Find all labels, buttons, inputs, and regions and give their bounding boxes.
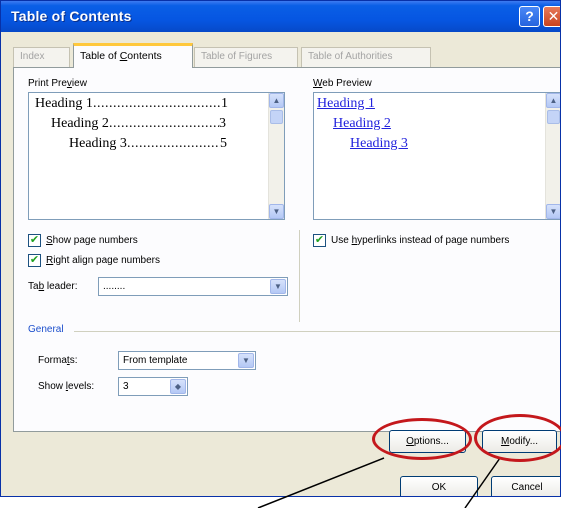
tab-leader-label: Tab leader: — [28, 281, 78, 292]
general-group-label: General — [28, 324, 64, 335]
right-align-label: Right align page numbers — [46, 255, 160, 266]
help-icon[interactable]: ? — [519, 6, 540, 27]
scroll-up-icon[interactable]: ▲ — [546, 93, 560, 108]
scroll-thumb[interactable] — [547, 110, 560, 124]
ok-button[interactable]: OK — [400, 476, 478, 496]
print-preview-box[interactable]: Heading 1...............................… — [28, 92, 285, 220]
web-preview-box[interactable]: Heading 1 Heading 2 Heading 3 ▲ ▼ — [313, 92, 560, 220]
cancel-button[interactable]: Cancel — [491, 476, 560, 496]
title-bar[interactable]: Table of Contents ? ✕ — [1, 1, 560, 32]
show-levels-label: Show levels: — [38, 381, 95, 392]
right-align-checkbox[interactable]: ✔ — [28, 254, 41, 267]
window-title: Table of Contents — [11, 8, 132, 24]
scroll-thumb[interactable] — [270, 110, 283, 124]
tab-table-of-figures[interactable]: Table of Figures — [194, 47, 298, 67]
spinner-icon[interactable]: ◆ — [170, 379, 186, 394]
formats-label: Formats: — [38, 355, 78, 366]
print-preview-label: Print Preview — [28, 78, 87, 89]
scroll-up-icon[interactable]: ▲ — [269, 93, 284, 108]
tab-leader-select[interactable]: ........ ▼ — [98, 277, 288, 296]
scroll-down-icon[interactable]: ▼ — [546, 204, 560, 219]
toc-panel: Print Preview Heading 1.................… — [13, 67, 560, 453]
web-preview-scrollbar[interactable]: ▲ ▼ — [545, 93, 560, 219]
formats-select[interactable]: From template ▼ — [118, 351, 256, 370]
use-hyperlinks-checkbox[interactable]: ✔ — [313, 234, 326, 247]
tab-table-of-authorities[interactable]: Table of Authorities — [301, 47, 431, 67]
close-icon[interactable]: ✕ — [543, 6, 560, 27]
show-page-numbers-label: Show page numbers — [46, 235, 138, 246]
tab-index[interactable]: Index — [13, 47, 70, 67]
table-of-contents-dialog: Table of Contents ? ✕ Index Table of Con… — [0, 0, 561, 497]
divider — [299, 230, 300, 322]
web-preview-link[interactable]: Heading 1 — [317, 96, 375, 112]
show-levels-spinner[interactable]: 3 ◆ — [118, 377, 188, 396]
chevron-down-icon[interactable]: ▼ — [238, 353, 254, 368]
group-divider — [74, 331, 560, 332]
tab-leader-value: ........ — [103, 281, 126, 292]
tab-table-of-contents[interactable]: Table of Contents — [73, 43, 193, 68]
use-hyperlinks-label: Use hyperlinks instead of page numbers — [331, 235, 510, 246]
print-preview-entry: Heading 2...............................… — [51, 116, 226, 131]
options-highlight-ring — [372, 418, 472, 460]
print-preview-scrollbar[interactable]: ▲ ▼ — [268, 93, 284, 219]
show-levels-value: 3 — [123, 381, 129, 392]
scroll-down-icon[interactable]: ▼ — [269, 204, 284, 219]
print-preview-entry: Heading 1...............................… — [35, 96, 228, 111]
chevron-down-icon[interactable]: ▼ — [270, 279, 286, 294]
web-preview-label: Web Preview — [313, 78, 372, 89]
formats-value: From template — [123, 355, 188, 366]
show-page-numbers-checkbox[interactable]: ✔ — [28, 234, 41, 247]
print-preview-entry: Heading 3..............................5 — [69, 136, 227, 151]
modify-highlight-ring — [474, 414, 561, 462]
web-preview-link[interactable]: Heading 2 — [333, 116, 391, 132]
web-preview-link[interactable]: Heading 3 — [350, 136, 408, 152]
